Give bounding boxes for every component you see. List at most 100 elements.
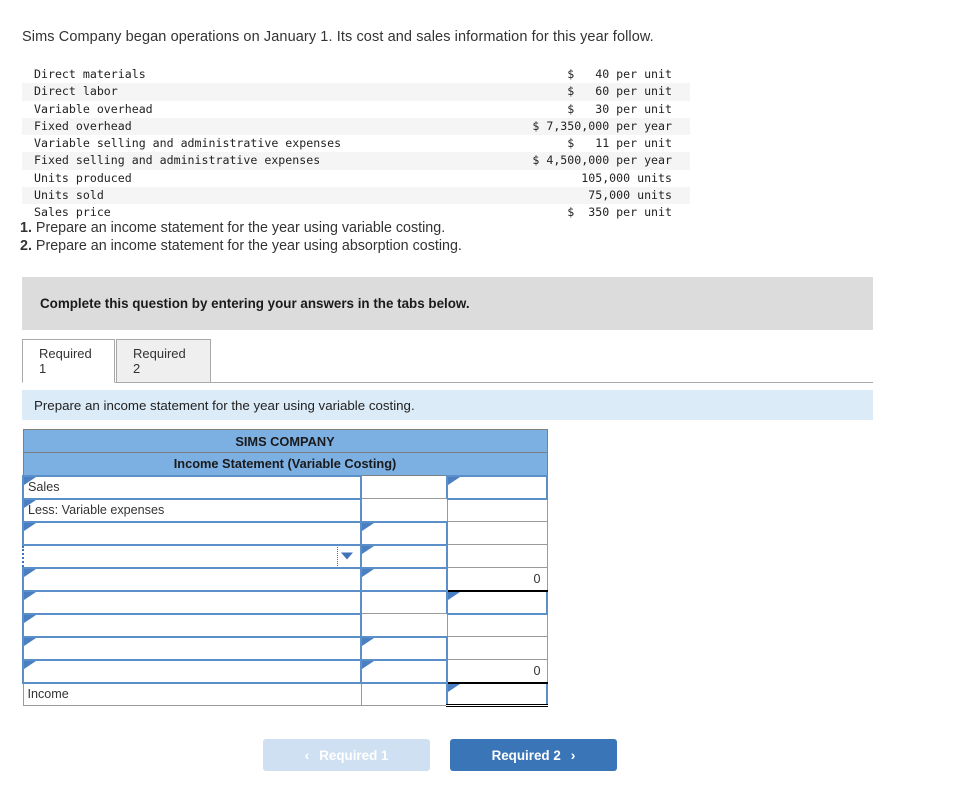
cell-flag-icon (362, 568, 374, 577)
next-required-2-button[interactable]: Required 2 › (450, 739, 617, 771)
fact-label: Units sold (34, 188, 104, 203)
amount-cell[interactable] (360, 543, 448, 569)
label-cell-dropdown[interactable] (22, 543, 362, 569)
prev-button-label: Required 1 (319, 747, 389, 763)
chevron-down-icon[interactable] (341, 552, 353, 560)
cell-flag-icon (24, 522, 36, 531)
fact-value: 105,000 units (581, 170, 672, 185)
table-row: Units sold 75,000 units (22, 187, 690, 205)
cell-flag-icon (24, 637, 36, 646)
cell-flag-icon (448, 476, 460, 485)
sheet-title-row: SIMS COMPANY (22, 429, 548, 453)
table-row: Direct materials $ 40 per unit (22, 66, 690, 83)
tab-required-2[interactable]: Required 2 (116, 339, 211, 383)
subtotal-cell[interactable]: 0 (446, 567, 548, 592)
amount-cell[interactable] (360, 635, 448, 661)
amount-cell[interactable] (360, 590, 448, 614)
cell-flag-icon (24, 614, 36, 623)
fact-label: Fixed overhead (34, 118, 132, 133)
cell-flag-icon (448, 591, 460, 600)
fact-value: $ 350 per unit (567, 205, 672, 220)
dropdown-divider (337, 546, 338, 566)
instruction-banner-text: Complete this question by entering your … (40, 296, 470, 311)
label-cell-less-variable-expenses[interactable]: Less: Variable expenses (22, 497, 362, 523)
chevron-right-icon: › (570, 747, 576, 763)
requirement-number: 1. (20, 220, 32, 236)
subtotal-cell[interactable]: 0 (446, 659, 548, 684)
requirement-text: Prepare an income statement for the year… (31, 238, 462, 254)
total-cell[interactable] (446, 613, 548, 637)
table-row (22, 635, 548, 661)
label-cell[interactable] (22, 589, 362, 615)
cell-flag-icon (24, 591, 36, 600)
cell-value: 0 (533, 663, 541, 678)
fact-value: $ 40 per unit (567, 67, 672, 81)
table-row (22, 520, 548, 546)
next-button-label: Required 2 (491, 747, 561, 763)
table-row (22, 612, 548, 638)
instruction-banner: Complete this question by entering your … (22, 277, 873, 330)
label-cell[interactable] (22, 658, 362, 684)
requirement-number: 2. (20, 238, 32, 254)
amount-cell[interactable] (360, 566, 448, 592)
total-cell[interactable] (446, 498, 548, 522)
amount-cell[interactable] (360, 682, 448, 706)
statement-subtitle: Income Statement (Variable Costing) (22, 452, 548, 476)
amount-cell[interactable] (360, 498, 448, 522)
fact-value: $ 60 per unit (567, 84, 672, 99)
fact-value: $ 30 per unit (567, 101, 672, 116)
table-row: Direct labor $ 60 per unit (22, 83, 690, 101)
amount-cell[interactable] (360, 613, 448, 637)
total-cell[interactable] (446, 474, 548, 500)
requirements-list: 1. Prepare an income statement for the y… (20, 219, 462, 255)
table-row: Fixed selling and administrative expense… (22, 152, 690, 170)
label-cell[interactable] (22, 635, 362, 661)
fact-label: Units produced (34, 170, 132, 185)
cell-flag-icon (24, 660, 36, 669)
fact-value: 75,000 units (588, 188, 672, 203)
fact-label: Variable overhead (34, 101, 153, 116)
cell-text: Income (27, 687, 69, 702)
label-cell-income[interactable]: Income (22, 682, 362, 706)
tab-label: Required 1 (39, 346, 92, 376)
table-row: Sales (22, 474, 548, 500)
table-row: Less: Variable expenses (22, 497, 548, 523)
label-cell[interactable] (22, 612, 362, 638)
given-data-table: Direct materials $ 40 per unit Direct la… (22, 66, 690, 222)
tab-required-1[interactable]: Required 1 (22, 339, 115, 383)
requirement-item: 1. Prepare an income statement for the y… (20, 219, 462, 237)
tab-prompt-bar: Prepare an income statement for the year… (22, 390, 873, 420)
table-row (22, 589, 548, 615)
table-row (22, 543, 548, 569)
table-row: Variable overhead $ 30 per unit (22, 101, 690, 118)
fact-value: $ 7,350,000 per year (532, 118, 672, 133)
label-cell[interactable] (22, 520, 362, 546)
intro-text: Sims Company began operations on January… (22, 29, 654, 45)
chevron-left-icon: ‹ (304, 747, 310, 763)
cell-value: 0 (533, 571, 541, 586)
net-income-cell[interactable] (446, 681, 548, 707)
nav-buttons: ‹ Required 1 Required 2 › (0, 739, 640, 771)
requirement-item: 2. Prepare an income statement for the y… (20, 237, 462, 255)
table-row: Fixed overhead $ 7,350,000 per year (22, 117, 690, 136)
label-cell[interactable] (22, 566, 362, 592)
fact-label: Variable selling and administrative expe… (34, 136, 342, 151)
total-cell[interactable] (446, 636, 548, 660)
table-row: Units produced 105,000 units (22, 170, 690, 187)
total-cell[interactable] (446, 544, 548, 568)
cell-flag-icon (362, 545, 374, 554)
amount-cell[interactable] (360, 475, 448, 499)
total-cell[interactable] (446, 521, 548, 545)
label-cell-sales[interactable]: Sales (22, 474, 362, 500)
prev-required-1-button[interactable]: ‹ Required 1 (263, 739, 430, 771)
amount-cell[interactable] (360, 658, 448, 684)
table-row: Income (22, 681, 548, 707)
table-row: 0 (22, 566, 548, 592)
sheet-subtitle-row: Income Statement (Variable Costing) (22, 452, 548, 476)
fact-label: Fixed selling and administrative expense… (34, 153, 321, 168)
question-page: Sims Company began operations on January… (0, 0, 973, 794)
cell-flag-icon (362, 660, 374, 669)
amount-cell[interactable] (360, 520, 448, 546)
fact-label: Direct labor (34, 84, 118, 99)
total-cell[interactable] (446, 589, 548, 615)
